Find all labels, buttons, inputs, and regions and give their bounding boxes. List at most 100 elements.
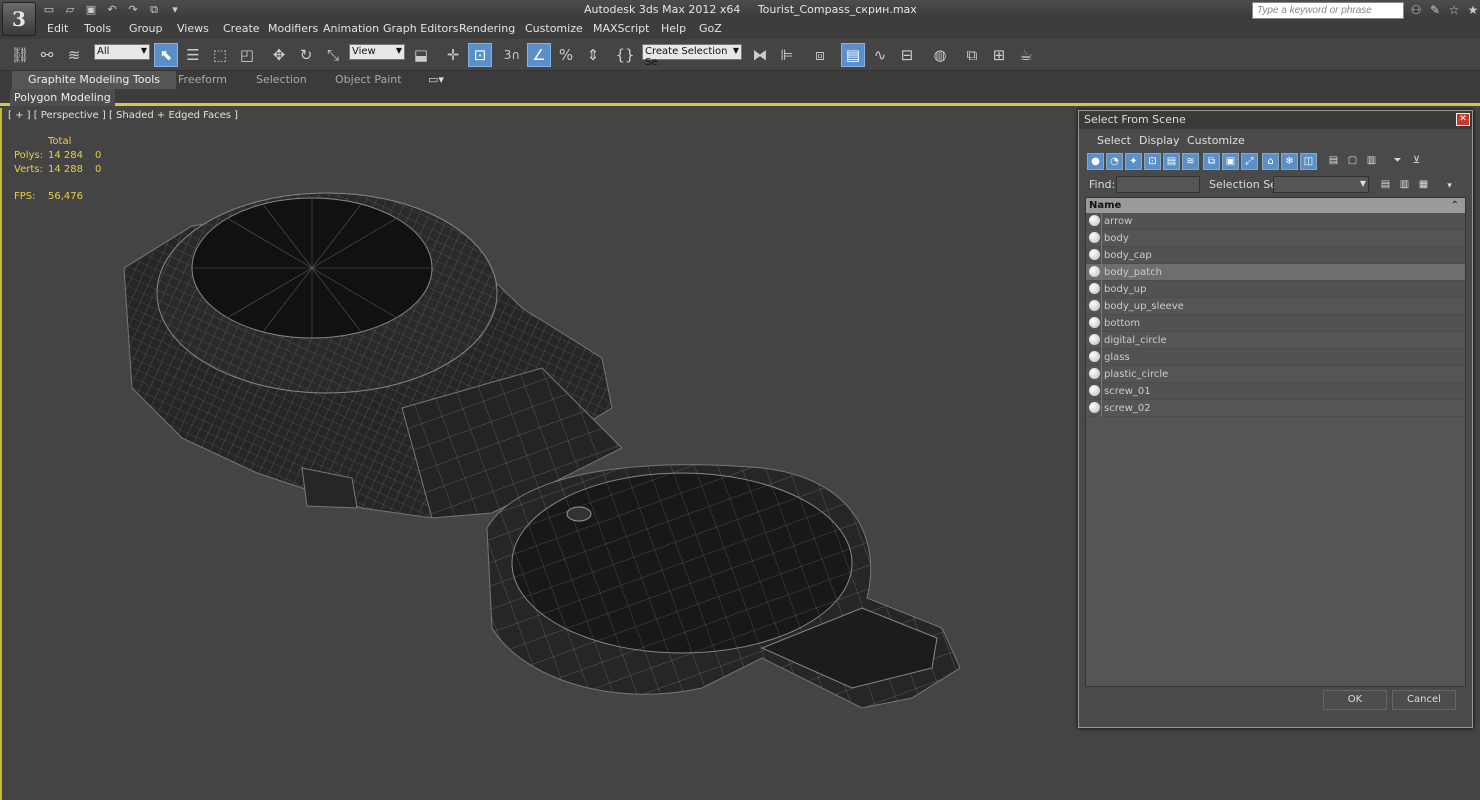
list-item[interactable]: body	[1086, 230, 1465, 247]
tab-selection[interactable]: Selection	[256, 71, 307, 89]
angle-snap-icon[interactable]: ∠	[527, 43, 551, 67]
object-visibility-icon[interactable]	[1089, 300, 1100, 311]
filter-options-icon[interactable]: ⊻	[1408, 153, 1425, 170]
object-visibility-icon[interactable]	[1089, 334, 1100, 345]
redo-icon[interactable]: ↷	[124, 2, 142, 18]
object-visibility-icon[interactable]	[1089, 351, 1100, 362]
select-invert-icon[interactable]: ▥	[1363, 153, 1380, 170]
object-visibility-icon[interactable]	[1089, 266, 1100, 277]
more-options-icon[interactable]: ▾	[1441, 179, 1458, 196]
menu-rendering[interactable]: Rendering	[459, 22, 515, 35]
material-editor-icon[interactable]: ◍	[928, 43, 952, 67]
rotate-icon[interactable]: ↻	[294, 43, 318, 67]
tools-icon[interactable]: ✎	[1427, 2, 1443, 18]
display-spacewarps-icon[interactable]: ≋	[1182, 153, 1199, 170]
display-helpers-icon[interactable]: ▤	[1163, 153, 1180, 170]
list-item[interactable]: bottom	[1086, 315, 1465, 332]
close-icon[interactable]: ✕	[1456, 113, 1470, 126]
cancel-button[interactable]: Cancel	[1392, 690, 1456, 710]
reference-coord-dropdown[interactable]: View ▼	[349, 44, 405, 60]
favorites-icon[interactable]: ☆	[1446, 2, 1462, 18]
tab-freeform[interactable]: Freeform	[178, 71, 227, 89]
display-cameras-icon[interactable]: ⊡	[1144, 153, 1161, 170]
display-hidden-icon[interactable]: ◫	[1300, 153, 1317, 170]
polygon-modeling-panel[interactable]: Polygon Modeling	[10, 89, 115, 106]
select-manipulate-icon[interactable]: ✛	[441, 43, 465, 67]
menu-goz[interactable]: GoZ	[699, 22, 722, 35]
list-item[interactable]: glass	[1086, 349, 1465, 366]
dialog-menu-customize[interactable]: Customize	[1187, 134, 1245, 147]
list-item[interactable]: plastic_circle	[1086, 366, 1465, 383]
add-to-set-icon[interactable]: ▦	[1415, 177, 1432, 194]
display-containers-icon[interactable]: ⌂	[1262, 153, 1279, 170]
list-item[interactable]: body_cap	[1086, 247, 1465, 264]
scale-icon[interactable]: ⤡	[321, 43, 345, 67]
edit-named-selection-icon[interactable]: {}	[613, 43, 637, 67]
mirror-icon[interactable]: ⧓	[748, 43, 772, 67]
menu-animation[interactable]: Animation	[323, 22, 379, 35]
align-icon[interactable]: ⊫	[775, 43, 799, 67]
display-groups-icon[interactable]: ⧉	[1203, 153, 1220, 170]
menu-graph-editors[interactable]: Graph Editors	[383, 22, 459, 35]
save-icon[interactable]: ▣	[82, 2, 100, 18]
window-crossing-icon[interactable]: ◰	[235, 43, 259, 67]
list-item[interactable]: screw_02	[1086, 400, 1465, 417]
project-folder-icon[interactable]: ⧉	[145, 2, 163, 18]
menu-customize[interactable]: Customize	[525, 22, 583, 35]
object-visibility-icon[interactable]	[1089, 385, 1100, 396]
display-xrefs-icon[interactable]: ▣	[1222, 153, 1239, 170]
ribbon-options-icon[interactable]: ▭▾	[428, 71, 444, 89]
binoculars-icon[interactable]: ⚇	[1408, 2, 1424, 18]
column-header-name[interactable]: Name ⌃	[1086, 198, 1465, 213]
percent-snap-icon[interactable]: %	[554, 43, 578, 67]
render-setup-icon[interactable]: ⧉	[960, 43, 984, 67]
graphite-toggle-icon[interactable]: ▤	[841, 43, 865, 67]
undo-icon[interactable]: ↶	[103, 2, 121, 18]
object-visibility-icon[interactable]	[1089, 215, 1100, 226]
ok-button[interactable]: OK	[1323, 690, 1387, 710]
move-icon[interactable]: ✥	[267, 43, 291, 67]
select-all-icon[interactable]: ▤	[1325, 153, 1342, 170]
snap-toggle-icon[interactable]: 3 ∩	[500, 43, 524, 67]
dialog-title-bar[interactable]: Select From Scene ✕	[1079, 111, 1472, 129]
object-visibility-icon[interactable]	[1089, 402, 1100, 413]
menu-views[interactable]: Views	[177, 22, 209, 35]
bind-spacewarp-icon[interactable]: ≋	[62, 43, 86, 67]
menu-create[interactable]: Create	[223, 22, 260, 35]
display-bones-icon[interactable]: ⤢	[1241, 153, 1258, 170]
display-lights-icon[interactable]: ✦	[1125, 153, 1142, 170]
find-input[interactable]	[1116, 176, 1200, 193]
layer-manager-icon[interactable]: ⧈	[808, 43, 832, 67]
object-visibility-icon[interactable]	[1089, 232, 1100, 243]
filter-icon[interactable]: ⏷	[1389, 153, 1406, 170]
selection-filter-dropdown[interactable]: All ▼	[94, 44, 150, 60]
pivot-center-icon[interactable]: ⬓	[409, 43, 433, 67]
dialog-menu-display[interactable]: Display	[1139, 134, 1180, 147]
list-item[interactable]: body_patch	[1086, 264, 1465, 281]
dialog-menu-select[interactable]: Select	[1097, 134, 1131, 147]
list-item[interactable]: digital_circle	[1086, 332, 1465, 349]
named-selection-dropdown[interactable]: Create Selection Se ▼	[642, 44, 742, 68]
dropdown-icon[interactable]: ▾	[166, 2, 184, 18]
application-button[interactable]: 3	[2, 2, 36, 36]
display-geometry-icon[interactable]: ●	[1087, 153, 1104, 170]
menu-help[interactable]: Help	[661, 22, 686, 35]
schematic-view-icon[interactable]: ⊟	[895, 43, 919, 67]
star-icon[interactable]: ★	[1465, 2, 1480, 18]
object-visibility-icon[interactable]	[1089, 317, 1100, 328]
render-teapot-icon[interactable]: ☕	[1014, 43, 1038, 67]
remove-set-icon[interactable]: ▥	[1396, 177, 1413, 194]
select-none-icon[interactable]: ▢	[1344, 153, 1361, 170]
list-item[interactable]: arrow	[1086, 213, 1465, 230]
spinner-snap-icon[interactable]: ⇕	[581, 43, 605, 67]
unlink-icon[interactable]: ⚯	[35, 43, 59, 67]
rendered-frame-icon[interactable]: ⊞	[987, 43, 1011, 67]
object-visibility-icon[interactable]	[1089, 368, 1100, 379]
new-file-icon[interactable]: ▭	[40, 2, 58, 18]
rectangular-selection-icon[interactable]: ⬚	[208, 43, 232, 67]
select-object-icon[interactable]: ⬉	[154, 43, 178, 67]
create-set-icon[interactable]: ▤	[1377, 177, 1394, 194]
menu-modifiers[interactable]: Modifiers	[268, 22, 318, 35]
list-item[interactable]: body_up	[1086, 281, 1465, 298]
selection-set-dropdown[interactable]: ▼	[1273, 176, 1369, 193]
